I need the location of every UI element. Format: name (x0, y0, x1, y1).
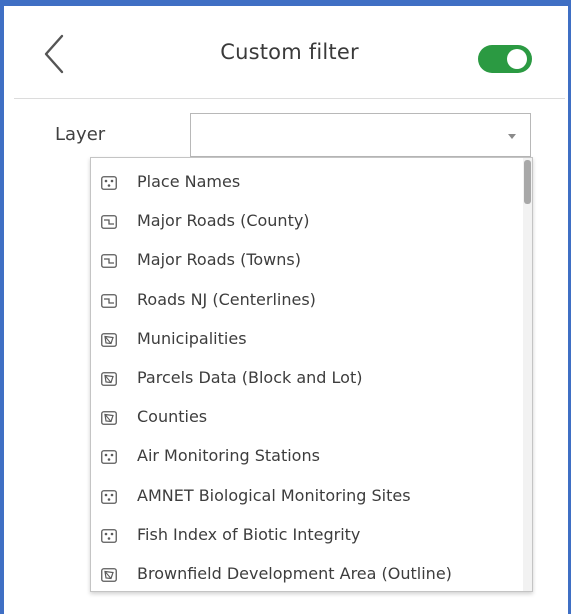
layer-label: Layer (55, 124, 106, 145)
polygon-layer-icon (101, 567, 117, 582)
dropdown-item-label: Municipalities (137, 328, 247, 348)
dropdown-item[interactable]: Major Roads (Towns) (91, 240, 525, 279)
caret-down-icon (508, 134, 516, 139)
dropdown-item-label: Place Names (137, 172, 241, 191)
app-frame: Custom filter Layer Place Names Major Roa… (0, 0, 571, 616)
polygon-layer-icon (101, 410, 117, 426)
point-layer-icon (101, 449, 117, 465)
line-layer-icon (101, 214, 117, 230)
layer-dropdown-list: Place Names Major Roads (County) Major Roa… (90, 157, 533, 592)
panel-header: Custom filter (14, 10, 565, 99)
toggle-knob (507, 49, 527, 69)
scrollbar-thumb[interactable] (524, 160, 531, 204)
dropdown-item[interactable]: Place Names (91, 162, 525, 201)
dropdown-item[interactable]: Parcels Data (Block and Lot) (91, 358, 525, 397)
point-layer-icon (101, 489, 117, 504)
dropdown-item[interactable]: Air Monitoring Stations (91, 436, 525, 475)
custom-filter-panel: Custom filter Layer Place Names Major Roa… (14, 10, 565, 616)
dropdown-item-label: AMNET Biological Monitoring Sites (137, 485, 411, 505)
dropdown-item[interactable]: Fish Index of Biotic Integrity (91, 515, 525, 554)
dropdown-item[interactable]: AMNET Biological Monitoring Sites (91, 476, 525, 515)
dropdown-item-label: Air Monitoring Stations (137, 446, 320, 466)
dropdown-item-label: Brownfield Development Area (Outline) (137, 564, 452, 583)
layer-select[interactable] (190, 113, 531, 157)
dropdown-item-label: Roads NJ (Centerlines) (137, 289, 316, 309)
dropdown-item-label: Counties (137, 407, 208, 427)
filter-toggle[interactable] (478, 45, 532, 73)
dropdown-item[interactable]: Brownfield Development Area (Outline) (91, 554, 525, 591)
point-layer-icon (101, 528, 117, 543)
dropdown-item-label: Parcels Data (Block and Lot) (137, 368, 363, 387)
dropdown-item[interactable]: Municipalities (91, 319, 525, 358)
polygon-layer-icon (101, 332, 117, 347)
polygon-layer-icon (101, 371, 117, 386)
dropdown-item-label: Fish Index of Biotic Integrity (137, 524, 361, 544)
dropdown-item[interactable]: Roads NJ (Centerlines) (91, 280, 525, 319)
dropdown-item[interactable]: Counties (91, 397, 525, 436)
line-layer-icon (101, 253, 117, 269)
dropdown-item[interactable]: Major Roads (County) (91, 201, 525, 240)
dropdown-item-label: Major Roads (Towns) (137, 250, 301, 270)
point-layer-icon (101, 175, 117, 190)
line-layer-icon (101, 293, 117, 308)
dropdown-item-label: Major Roads (County) (137, 211, 310, 231)
